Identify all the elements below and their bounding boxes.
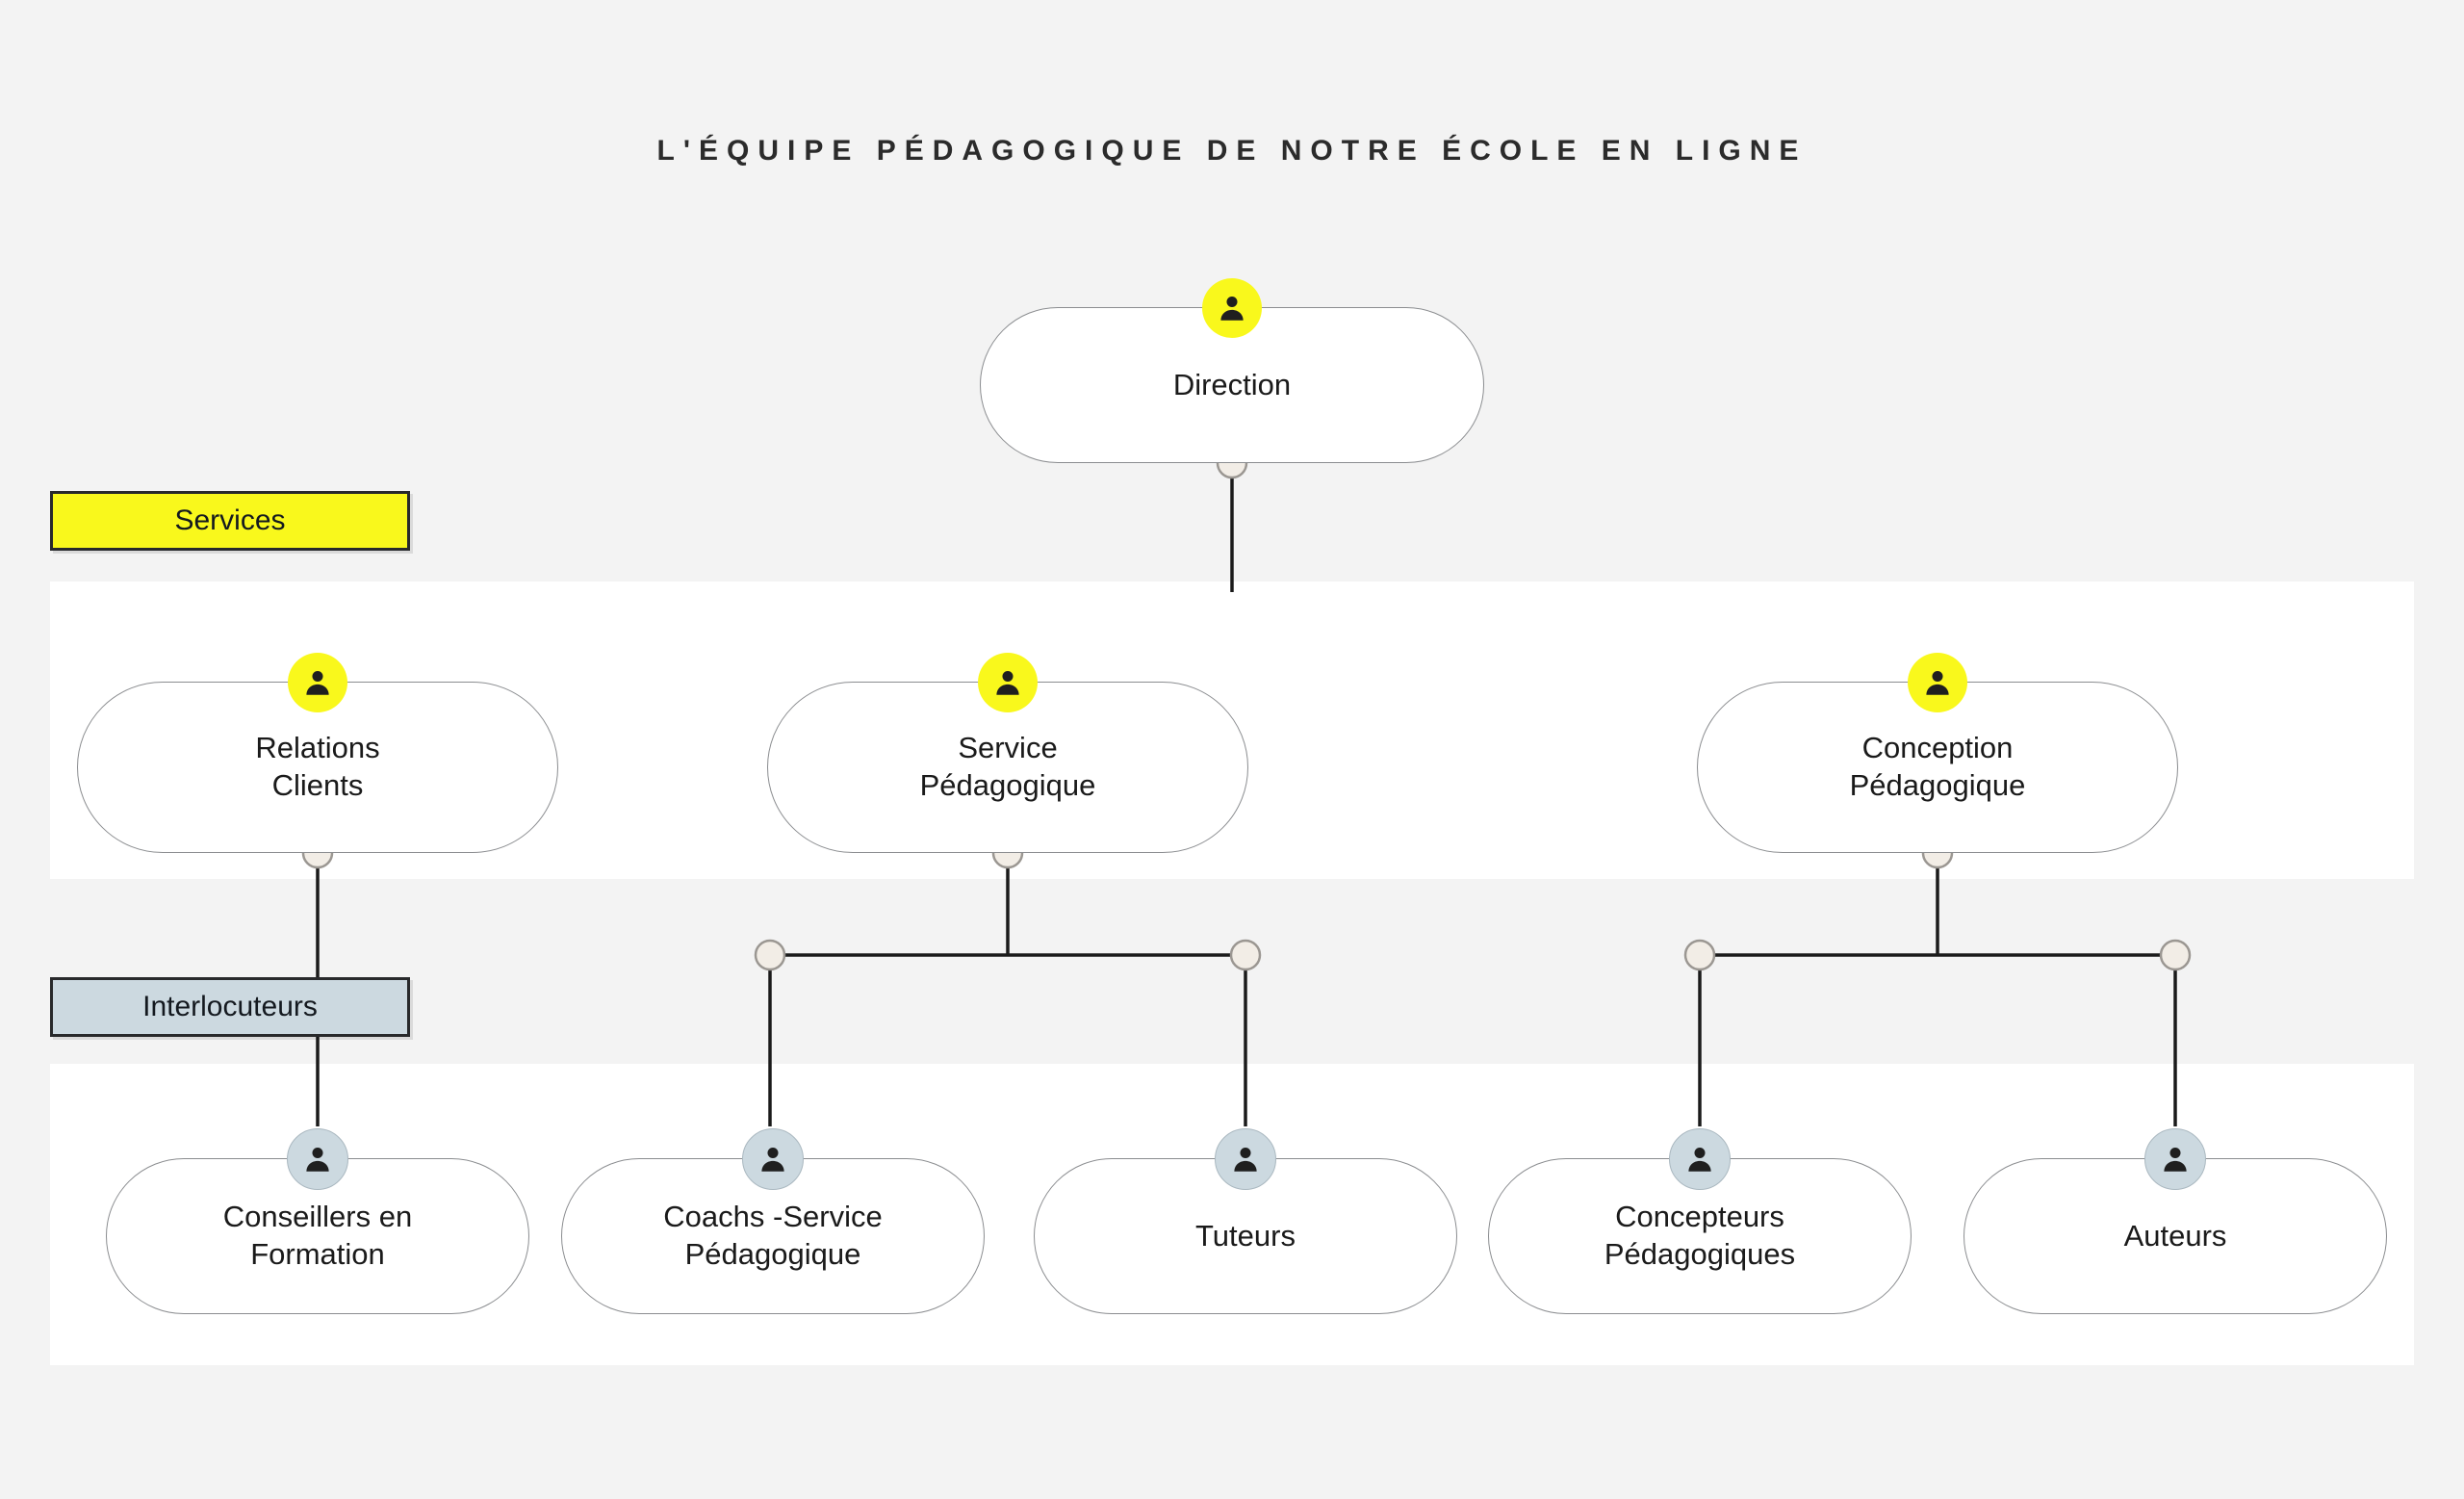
person-icon	[2144, 1128, 2206, 1190]
interlocuteurs-tag[interactable]: Interlocuteurs	[50, 977, 410, 1037]
person-icon	[978, 653, 1038, 712]
node-concepteurs-pedagogiques[interactable]: Concepteurs Pédagogiques	[1488, 1128, 1912, 1314]
person-icon	[1908, 653, 1967, 712]
node-label: Direction	[1172, 367, 1292, 401]
services-tag[interactable]: Services	[50, 491, 410, 551]
person-icon	[1669, 1128, 1731, 1190]
node-label-line-1: Service	[958, 731, 1058, 765]
node-service-pedagogique[interactable]: Service Pédagogique	[767, 653, 1248, 853]
person-icon	[1202, 278, 1262, 338]
node-direction[interactable]: Direction	[980, 278, 1484, 463]
node-label-line-1: Conseillers en	[222, 1200, 413, 1234]
node-label-line-2: Pédagogique	[684, 1237, 861, 1271]
person-icon	[742, 1128, 804, 1190]
node-tuteurs[interactable]: Tuteurs	[1034, 1128, 1457, 1314]
node-label-line-1: Coachs -Service	[663, 1200, 883, 1234]
node-label-line-2: Pédagogique	[1849, 768, 2026, 802]
node-label-line-2: Clients	[271, 768, 364, 802]
node-label-line-2: Pédagogique	[919, 768, 1096, 802]
node-label-line-1: Concepteurs	[1615, 1200, 1784, 1234]
node-label: Tuteurs	[1195, 1218, 1296, 1253]
node-relations-clients[interactable]: Relations Clients	[77, 653, 558, 853]
node-coachs-service-pedagogique[interactable]: Coachs -Service Pédagogique	[561, 1128, 985, 1314]
node-auteurs[interactable]: Auteurs	[1964, 1128, 2387, 1314]
person-icon	[287, 1128, 348, 1190]
node-label-line-1: Conception	[1861, 731, 2014, 765]
node-label-line-2: Formation	[250, 1237, 385, 1271]
node-label: Auteurs	[2123, 1218, 2227, 1253]
node-conception-pedagogique[interactable]: Conception Pédagogique	[1697, 653, 2178, 853]
person-icon	[1215, 1128, 1276, 1190]
node-label-line-1: Relations	[255, 731, 380, 765]
node-label-line-2: Pédagogiques	[1604, 1237, 1796, 1271]
interlocuteurs-tag-label: Interlocuteurs	[142, 991, 318, 1022]
org-chart-canvas: L'ÉQUIPE PÉDAGOGIQUE DE NOTRE ÉCOLE EN L…	[0, 0, 2464, 1499]
node-conseillers-en-formation[interactable]: Conseillers en Formation	[106, 1128, 529, 1314]
person-icon	[288, 653, 347, 712]
services-tag-label: Services	[174, 504, 286, 536]
